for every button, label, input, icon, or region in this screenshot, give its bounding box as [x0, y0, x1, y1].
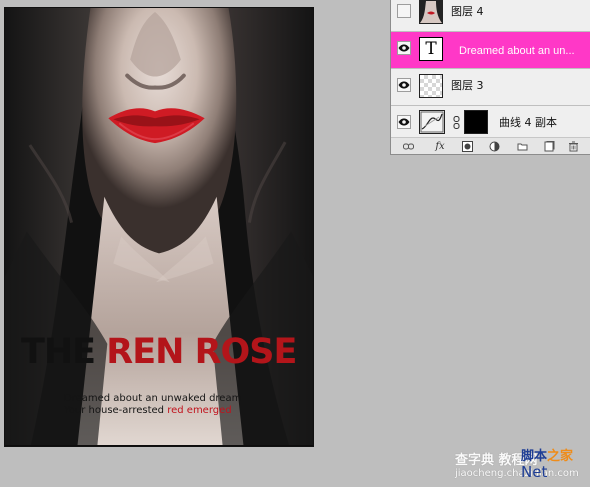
poster-title-red: REN ROSE: [106, 332, 297, 372]
watermark-logo-top: 脚本之家: [521, 445, 573, 464]
layer-row-transparent[interactable]: 图层 3: [391, 69, 590, 106]
tagline-line-2: Your house-arrested red emerged: [64, 405, 274, 417]
layer-name: 图层 4: [451, 5, 484, 18]
poster-title-black: THE: [21, 332, 96, 372]
layer-name: Dreamed about an un...: [459, 45, 575, 57]
visibility-toggle[interactable]: [397, 41, 411, 55]
transparent-thumbnail: [419, 74, 443, 98]
visibility-toggle[interactable]: [397, 115, 411, 129]
layer-style-button[interactable]: fx: [433, 141, 447, 152]
trash-icon: [569, 141, 578, 152]
layer-name: 图层 3: [451, 79, 484, 92]
watermark-logo-bottom: Net: [521, 463, 548, 481]
visibility-toggle[interactable]: [397, 78, 411, 92]
watermark-logo-orange: 之家: [547, 449, 574, 464]
tagline-line-2-prefix: Your house-arrested: [64, 405, 168, 416]
portrait-image: [5, 8, 313, 446]
adjustment-layer-button[interactable]: [489, 141, 500, 152]
text-layer-thumbnail: T: [419, 37, 443, 61]
layer-mask-thumbnail: [464, 110, 488, 134]
layer-name: 曲线 4 副本: [499, 116, 557, 129]
portrait-thumbnail-icon: [420, 1, 442, 23]
image-thumbnail: [419, 0, 443, 24]
watermark-logo-blue: 脚本: [521, 449, 548, 464]
new-layer-button[interactable]: [544, 141, 555, 152]
tagline-line-1: Dreamed about an unwaked dream: [64, 393, 242, 404]
poster-tagline: Dreamed about an unwaked dream Your hous…: [64, 393, 274, 417]
adjustment-icon: [489, 141, 500, 152]
link-layers-button[interactable]: [403, 141, 414, 152]
layers-toolbar: fx: [391, 137, 590, 154]
eye-icon: [398, 118, 410, 126]
eye-icon: [398, 44, 410, 52]
delete-layer-button[interactable]: [568, 141, 579, 152]
watermark-site-cn-1: 查字典: [455, 453, 495, 468]
layer-row-image[interactable]: 图层 4: [391, 0, 590, 32]
poster-canvas[interactable]: THE REN ROSE Dreamed about an unwaked dr…: [4, 7, 314, 447]
eye-icon: [398, 81, 410, 89]
link-icon: [403, 143, 414, 150]
new-group-button[interactable]: [517, 141, 528, 152]
curves-thumbnail: [419, 110, 445, 134]
tagline-line-2-red: red emerged: [167, 405, 232, 416]
watermark-logo: 脚本之家 Net: [521, 445, 585, 483]
poster-title: THE REN ROSE: [21, 335, 311, 370]
visibility-toggle[interactable]: [397, 4, 411, 18]
layers-panel: 图层 4 T Dreamed about an un... 图层 3 曲线 4 …: [390, 0, 590, 155]
new-layer-icon: [544, 141, 555, 152]
curves-graph-icon: [420, 111, 444, 133]
folder-icon: [517, 143, 528, 151]
workspace: THE REN ROSE Dreamed about an unwaked dr…: [0, 0, 590, 487]
watermark: 查字典 教程网 jiaocheng.chazidian.com 脚本之家 Net: [455, 445, 585, 483]
mask-icon: [462, 141, 473, 152]
layer-row-text[interactable]: T Dreamed about an un...: [391, 32, 590, 69]
link-chain-icon: [453, 116, 460, 129]
add-mask-button[interactable]: [462, 141, 473, 152]
